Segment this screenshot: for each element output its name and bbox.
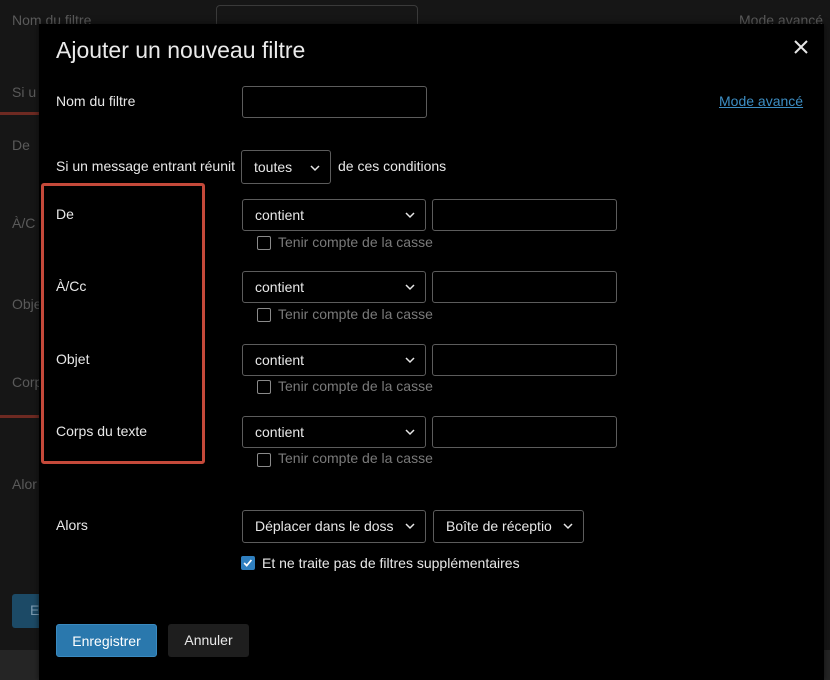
case-sensitive-checkbox[interactable] <box>257 236 271 250</box>
chevron-down-icon <box>405 523 415 530</box>
stop-processing-checkbox[interactable] <box>241 556 255 570</box>
destination-folder-select[interactable]: Boîte de réceptio <box>433 510 584 543</box>
condition-prefix: Si un message entrant réunit <box>56 158 235 174</box>
criterion-value-input[interactable] <box>432 344 617 376</box>
action-select[interactable]: Déplacer dans le doss <box>242 510 426 543</box>
criterion-label-body: Corps du texte <box>56 423 148 439</box>
chevron-down-icon <box>563 523 573 530</box>
add-filter-dialog: Ajouter un nouveau filtre Nom du filtre … <box>39 24 824 680</box>
case-sensitive-label: Tenir compte de la casse <box>278 378 433 394</box>
condition-suffix: de ces conditions <box>338 158 447 174</box>
criterion-operator-select[interactable]: contient <box>242 416 426 448</box>
bg-row-label: Obje <box>12 296 42 312</box>
chevron-down-icon <box>405 212 415 219</box>
close-icon[interactable] <box>792 38 810 56</box>
stop-processing-label: Et ne traite pas de filtres supplémentai… <box>262 555 520 571</box>
criteria-labels-highlight <box>41 183 205 464</box>
chevron-down-icon <box>405 284 415 291</box>
criterion-label-from: De <box>56 206 74 222</box>
save-button[interactable]: Enregistrer <box>56 624 157 657</box>
chevron-down-icon <box>310 165 320 172</box>
criterion-label-to-cc: À/Cc <box>56 278 87 294</box>
case-sensitive-checkbox[interactable] <box>257 308 271 322</box>
advanced-mode-link[interactable]: Mode avancé <box>719 93 803 109</box>
criterion-operator-value: contient <box>255 352 305 368</box>
criterion-value-input[interactable] <box>432 271 617 303</box>
criterion-operator-value: contient <box>255 279 305 295</box>
destination-folder-value: Boîte de réceptio <box>446 518 552 534</box>
cancel-button[interactable]: Annuler <box>168 624 249 657</box>
case-sensitive-label: Tenir compte de la casse <box>278 234 433 250</box>
filter-name-label: Nom du filtre <box>56 93 136 109</box>
case-sensitive-label: Tenir compte de la casse <box>278 450 433 466</box>
bg-save-button: E <box>12 594 42 628</box>
chevron-down-icon <box>405 429 415 436</box>
action-value: Déplacer dans le doss <box>255 518 394 534</box>
bg-highlight-box <box>0 112 43 418</box>
criterion-value-input[interactable] <box>432 416 617 448</box>
bg-then-label: Alor <box>12 476 37 492</box>
filter-name-input[interactable] <box>242 86 427 118</box>
bg-save-label: E <box>30 602 40 618</box>
criterion-operator-select[interactable]: contient <box>242 271 426 303</box>
criterion-value-input[interactable] <box>432 199 617 231</box>
condition-match-select[interactable]: toutes <box>241 150 331 184</box>
case-sensitive-checkbox[interactable] <box>257 380 271 394</box>
criterion-operator-select[interactable]: contient <box>242 199 426 231</box>
case-sensitive-label: Tenir compte de la casse <box>278 306 433 322</box>
criterion-operator-value: contient <box>255 424 305 440</box>
bg-row-label: Corp <box>12 374 43 390</box>
case-sensitive-checkbox[interactable] <box>257 453 271 467</box>
bg-if-label: Si u <box>12 84 37 100</box>
condition-match-value: toutes <box>254 159 293 175</box>
checkmark-icon <box>243 559 253 567</box>
criterion-operator-select[interactable]: contient <box>242 344 426 376</box>
criterion-label-subject: Objet <box>56 351 90 367</box>
bg-row-label: De <box>12 137 30 153</box>
bg-row-label: À/C <box>12 215 36 231</box>
chevron-down-icon <box>405 357 415 364</box>
dialog-title: Ajouter un nouveau filtre <box>56 37 306 63</box>
then-label: Alors <box>56 517 88 533</box>
criterion-operator-value: contient <box>255 207 305 223</box>
